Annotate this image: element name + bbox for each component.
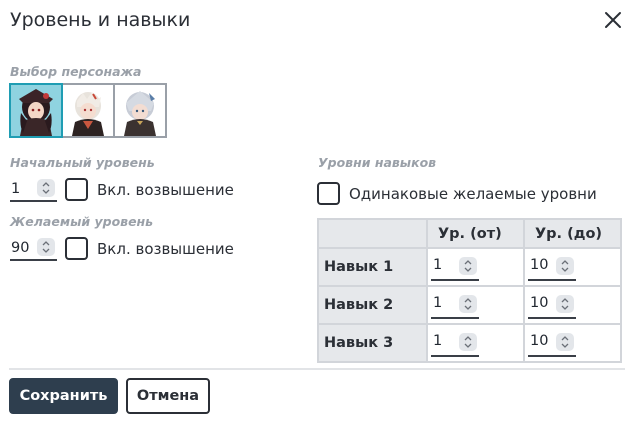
skill-1-to-value: 10 [530,257,549,273]
footer-divider [9,368,625,370]
skill-2-from-input[interactable]: 1 [431,293,479,319]
skill-1-from-value: 1 [433,257,443,273]
table-row: Навык 2 1 10 [317,285,622,325]
skill-3-to-value: 10 [530,333,549,349]
desired-ascension-checkbox[interactable] [65,237,88,260]
stepper-icon[interactable] [556,333,574,351]
skill-name: Навык 3 [317,323,428,363]
table-row: Навык 1 1 10 [317,247,622,287]
character-picker [9,83,167,138]
character-option-1[interactable] [9,83,63,138]
skill-name: Навык 1 [317,247,428,287]
skill-2-to-value: 10 [530,295,549,311]
start-level-value: 1 [11,180,21,197]
start-ascension-checkbox[interactable] [65,178,88,201]
start-level-label: Начальный уровень [10,155,155,170]
stepper-icon[interactable] [556,295,574,313]
stepper-icon[interactable] [556,257,574,275]
column-header-skill [317,218,428,249]
desired-level-value: 90 [11,239,30,256]
skill-3-to-input[interactable]: 10 [528,331,576,357]
desired-level-stepper-icon[interactable] [37,238,55,256]
skill-1-from-input[interactable]: 1 [431,255,479,281]
start-level-input[interactable]: 1 [10,177,57,202]
start-ascension-label: Вкл. возвышение [97,181,234,199]
column-header-from: Ур. (от) [426,218,525,249]
skill-2-to-input[interactable]: 10 [528,293,576,319]
save-button[interactable]: Сохранить [9,378,118,414]
skills-table: Ур. (от) Ур. (до) Навык 1 1 10 Навык 2 1 [317,218,622,363]
table-header-row: Ур. (от) Ур. (до) [317,218,622,249]
desired-level-input[interactable]: 90 [10,236,57,261]
column-header-to: Ур. (до) [523,218,622,249]
table-row: Навык 3 1 10 [317,323,622,363]
skill-3-from-value: 1 [433,333,443,349]
character-select-label: Выбор персонажа [10,64,142,79]
dialog-title: Уровень и навыки [10,9,191,31]
character-portrait-1 [19,89,53,136]
skill-2-from-value: 1 [433,295,443,311]
desired-ascension-label: Вкл. возвышение [97,240,234,258]
skill-name: Навык 2 [317,285,428,325]
skill-3-from-input[interactable]: 1 [431,331,479,357]
skill-levels-label: Уровни навыков [318,155,437,170]
stepper-icon[interactable] [459,295,477,313]
start-level-stepper-icon[interactable] [37,179,55,197]
character-portrait-3 [124,91,156,136]
stepper-icon[interactable] [459,333,477,351]
desired-level-label: Желаемый уровень [10,214,154,229]
stepper-icon[interactable] [459,257,477,275]
cancel-button[interactable]: Отмена [126,378,210,414]
character-option-2[interactable] [61,83,115,138]
same-levels-checkbox[interactable] [317,182,340,205]
same-levels-label: Одинаковые желаемые уровни [349,185,597,203]
character-portrait-2 [72,92,104,136]
close-icon[interactable] [601,8,625,32]
skill-1-to-input[interactable]: 10 [528,255,576,281]
character-option-3[interactable] [113,83,167,138]
